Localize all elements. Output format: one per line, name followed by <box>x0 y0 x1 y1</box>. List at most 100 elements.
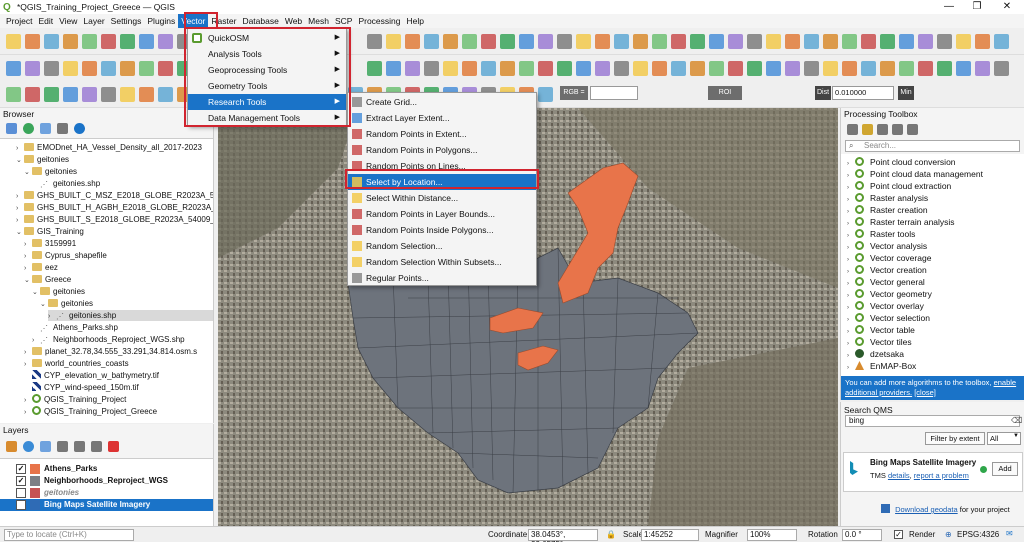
browser-item[interactable]: ⌄ Greece <box>24 274 213 285</box>
toolbar-2-tool-46-icon[interactable] <box>861 61 876 76</box>
toolbar-2-tool-39-icon[interactable] <box>728 61 743 76</box>
browser-item[interactable]: › GHS_BUILT_H_AGBH_E2018_GLOBE_R2023A_ <box>16 202 213 213</box>
research-random-points-in-layer-bounds[interactable]: Random Points in Layer Bounds... <box>348 206 536 222</box>
magnifier-input[interactable]: 100% <box>747 529 797 541</box>
chevron-down-icon[interactable]: ⌄ <box>16 227 24 238</box>
toolbar-1-tool-9-icon[interactable] <box>158 34 173 49</box>
collapse-all-icon[interactable] <box>91 441 102 452</box>
layer-item[interactable]: ✓ Athens_Parks <box>0 463 213 475</box>
browser-item[interactable]: › planet_32.78,34.555_33.291,34.814.osm.s <box>24 346 213 357</box>
chevron-down-icon[interactable]: ⌄ <box>24 167 32 178</box>
toolbar-2-tool-9-icon[interactable] <box>158 61 173 76</box>
menu-layer[interactable]: Layer <box>80 14 107 28</box>
scripts-icon[interactable] <box>862 124 873 135</box>
menu-project[interactable]: Project <box>3 14 35 28</box>
browser-item[interactable]: CYP_elevation_w_bathymetry.tif <box>24 370 213 381</box>
toolbox-item-dzetsaka[interactable]: › dzetsaka <box>847 348 904 360</box>
toolbar-2-tool-1-icon[interactable] <box>6 61 21 76</box>
toolbar-2-tool-20-icon[interactable] <box>367 61 382 76</box>
toolbar-1-tool-34-icon[interactable] <box>633 34 648 49</box>
toolbar-2-tool-36-icon[interactable] <box>671 61 686 76</box>
close-button[interactable]: ✕ <box>992 0 1022 14</box>
toolbar-2-tool-4-icon[interactable] <box>63 61 78 76</box>
toolbar-2-tool-5-icon[interactable] <box>82 61 97 76</box>
toolbar-3-tool-7-icon[interactable] <box>120 87 135 102</box>
research-extract-layer-extent[interactable]: Extract Layer Extent... <box>348 110 536 126</box>
toolbox-item-vector-coverage[interactable]: › Vector coverage <box>847 252 931 264</box>
research-create-grid[interactable]: Create Grid... <box>348 94 536 110</box>
toolbar-2-tool-48-icon[interactable] <box>899 61 914 76</box>
toolbar-2-tool-23-icon[interactable] <box>424 61 439 76</box>
filter-legend-icon[interactable] <box>40 441 51 452</box>
toolbar-2-tool-45-icon[interactable] <box>842 61 857 76</box>
history-icon[interactable] <box>877 124 888 135</box>
browser-item[interactable]: › ⋰ geitonies.shp <box>48 310 213 321</box>
toolbar-2-tool-53-icon[interactable] <box>994 61 1009 76</box>
browser-item[interactable]: ⌄ GIS_Training <box>16 226 213 237</box>
browser-item[interactable]: › ⋰ Neighborhoods_Reproject_WGS.shp <box>32 334 213 345</box>
messages-icon[interactable]: ✉ <box>1006 529 1013 538</box>
chevron-right-icon[interactable]: › <box>16 191 24 202</box>
chevron-right-icon[interactable]: › <box>24 263 32 274</box>
minimize-button[interactable]: — <box>934 0 964 14</box>
toolbar-1-tool-32-icon[interactable] <box>595 34 610 49</box>
chevron-down-icon[interactable]: ⌄ <box>40 299 48 310</box>
filter-by-extent-button[interactable]: Filter by extent <box>925 432 985 445</box>
toolbar-2-tool-24-icon[interactable] <box>443 61 458 76</box>
toolbox-item-raster-tools[interactable]: › Raster tools <box>847 228 915 240</box>
toolbox-item-vector-selection[interactable]: › Vector selection <box>847 312 930 324</box>
layer-item[interactable]: ✓ Bing Maps Satellite Imagery <box>0 499 213 511</box>
details-link[interactable]: details <box>888 471 910 480</box>
toolbar-1-tool-30-icon[interactable] <box>557 34 572 49</box>
toolbar-3-tool-3-icon[interactable] <box>44 87 59 102</box>
browser-item[interactable]: › GHS_BUILT_S_E2018_GLOBE_R2023A_54009_ <box>16 214 213 225</box>
maximize-button[interactable]: ❐ <box>962 0 992 14</box>
toolbox-item-vector-table[interactable]: › Vector table <box>847 324 915 336</box>
toolbar-1-tool-22-icon[interactable] <box>405 34 420 49</box>
add-selected-icon[interactable] <box>6 123 17 134</box>
toolbar-2-tool-42-icon[interactable] <box>785 61 800 76</box>
chevron-right-icon[interactable]: › <box>24 347 32 358</box>
browser-item[interactable]: › Cyprus_shapefile <box>24 250 213 261</box>
menu-edit[interactable]: Edit <box>35 14 56 28</box>
browser-item[interactable]: ⋰ Athens_Parks.shp <box>32 322 213 333</box>
dist-input[interactable]: 0.010000 <box>832 86 894 100</box>
toolbox-item-vector-creation[interactable]: › Vector creation <box>847 264 927 276</box>
toolbar-2-tool-47-icon[interactable] <box>880 61 895 76</box>
research-regular-points[interactable]: Regular Points... <box>348 270 536 286</box>
toolbar-1-tool-29-icon[interactable] <box>538 34 553 49</box>
toolbar-1-tool-1-icon[interactable] <box>6 34 21 49</box>
toolbar-2-tool-32-icon[interactable] <box>595 61 610 76</box>
menu-web[interactable]: Web <box>282 14 305 28</box>
chevron-right-icon[interactable]: › <box>48 311 56 322</box>
rotation-input[interactable]: 0.0 ° <box>842 529 882 541</box>
research-random-points-in-polygons[interactable]: Random Points in Polygons... <box>348 142 536 158</box>
chevron-down-icon[interactable]: ⌄ <box>24 275 32 286</box>
style-icon[interactable] <box>6 441 17 452</box>
browser-item[interactable]: ⌄ geitonies <box>32 286 213 297</box>
report-problem-link[interactable]: report a problem <box>914 471 969 480</box>
render-checkbox[interactable]: ✓ <box>894 530 903 539</box>
toolbar-1-tool-46-icon[interactable] <box>861 34 876 49</box>
menu-mesh[interactable]: Mesh <box>305 14 332 28</box>
qms-search-input[interactable]: bing <box>845 415 1020 427</box>
toolbar-3-tool-6-icon[interactable] <box>101 87 116 102</box>
toolbar-1-tool-51-icon[interactable] <box>956 34 971 49</box>
toolbar-1-tool-20-icon[interactable] <box>367 34 382 49</box>
toolbar-3-tool-29-icon[interactable] <box>538 87 553 102</box>
toolbar-2-tool-34-icon[interactable] <box>633 61 648 76</box>
crs-label[interactable]: EPSG:4326 <box>957 530 999 539</box>
toolbar-2-tool-44-icon[interactable] <box>823 61 838 76</box>
research-random-selection[interactable]: Random Selection... <box>348 238 536 254</box>
layer-filter-icon[interactable] <box>57 441 68 452</box>
browser-item[interactable]: ⌄ geitonies <box>40 298 213 309</box>
toolbox-item-vector-general[interactable]: › Vector general <box>847 276 925 288</box>
visibility-icon[interactable] <box>23 441 34 452</box>
toolbar-2-tool-52-icon[interactable] <box>975 61 990 76</box>
toolbox-item-raster-terrain-analysis[interactable]: › Raster terrain analysis <box>847 216 955 228</box>
menu-help[interactable]: Help <box>404 14 427 28</box>
browser-item[interactable]: › eez <box>24 262 213 273</box>
toolbar-2-tool-43-icon[interactable] <box>804 61 819 76</box>
toolbar-3-tool-2-icon[interactable] <box>25 87 40 102</box>
download-geodata-link[interactable]: Download geodata <box>895 505 958 514</box>
